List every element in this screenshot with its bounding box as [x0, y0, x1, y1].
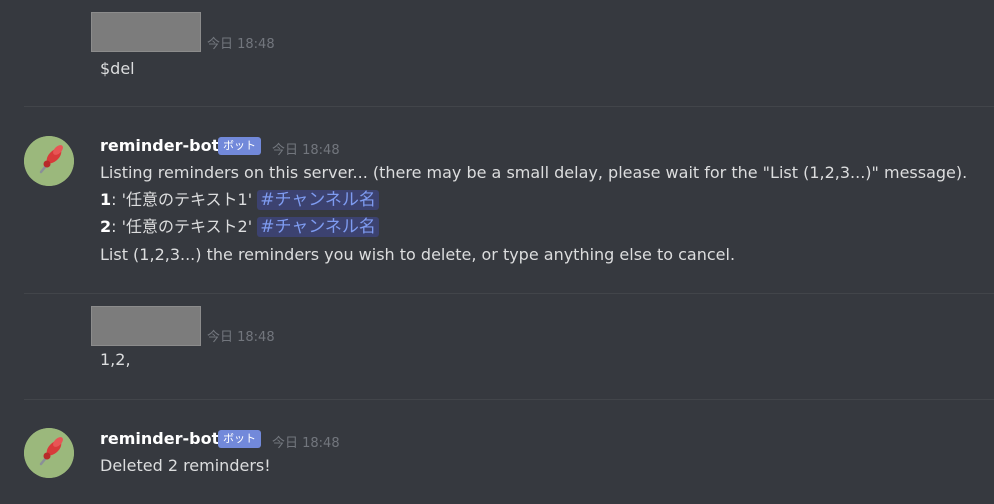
- bot-avatar[interactable]: [24, 428, 74, 478]
- pushpin-icon: [24, 136, 74, 186]
- bot-badge: ボット: [218, 137, 261, 155]
- pushpin-icon: [24, 428, 74, 478]
- reminder-text: : '任意のテキスト2': [111, 217, 258, 236]
- channel-mention[interactable]: #チャンネル名: [257, 217, 379, 237]
- redacted-username: [91, 306, 201, 346]
- reminder-item: 2: '任意のテキスト2' #チャンネル名: [100, 213, 379, 241]
- channel-mention[interactable]: #チャンネル名: [257, 190, 379, 210]
- reminder-number: 2: [100, 217, 112, 236]
- message-timestamp: 今日 18:48: [207, 37, 275, 52]
- message-divider: [24, 293, 994, 294]
- message-divider: [24, 399, 994, 400]
- message-line: List (1,2,3...) the reminders you wish t…: [100, 245, 736, 264]
- message-timestamp: 今日 18:48: [272, 436, 340, 451]
- reminder-number: 1: [100, 190, 112, 209]
- message-content: Deleted 2 reminders!: [100, 456, 271, 475]
- bot-avatar[interactable]: [24, 136, 74, 186]
- message-content: $del: [100, 59, 135, 78]
- redacted-username: [91, 12, 201, 52]
- author-name[interactable]: reminder-bot: [100, 429, 219, 448]
- message-content: 1,2,: [100, 350, 131, 369]
- message-divider: [24, 106, 994, 107]
- author-name[interactable]: reminder-bot: [100, 136, 219, 155]
- reminder-item: 1: '任意のテキスト1' #チャンネル名: [100, 186, 379, 214]
- reminder-text: : '任意のテキスト1': [111, 190, 258, 209]
- message-timestamp: 今日 18:48: [272, 143, 340, 158]
- message-timestamp: 今日 18:48: [207, 330, 275, 345]
- message-line: Listing reminders on this server... (the…: [100, 163, 968, 182]
- bot-badge: ボット: [218, 430, 261, 448]
